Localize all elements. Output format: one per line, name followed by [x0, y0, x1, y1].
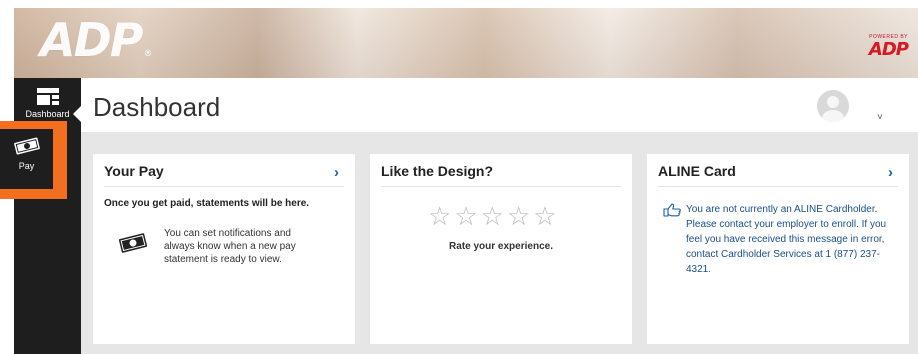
- money-icon: [13, 137, 40, 155]
- aline-card: ALINE Card › You are not currently an AL…: [647, 154, 909, 344]
- adp-logo: ADP ®: [40, 13, 153, 67]
- pay-status-message: Once you get paid, statements will be he…: [104, 198, 310, 209]
- sidebar-item-label: Dashboard: [25, 109, 70, 119]
- card-title: Like the Design?: [381, 163, 494, 179]
- design-feedback-card: Like the Design? ☆ ☆ ☆ ☆ ☆ Rate your experie…: [370, 154, 632, 344]
- aline-status-message: You are not currently an ALINE Cardholde…: [686, 204, 887, 275]
- star-icon[interactable]: ☆: [454, 201, 477, 231]
- sidebar-item-pay-highlight: Pay: [0, 121, 67, 199]
- chevron-right-icon[interactable]: ›: [888, 164, 893, 181]
- star-icon[interactable]: ☆: [428, 201, 451, 231]
- dashboard-icon: [36, 88, 59, 105]
- star-icon[interactable]: ☆: [481, 201, 504, 231]
- star-icon[interactable]: ☆: [533, 201, 556, 231]
- your-pay-card: Your Pay › Once you get paid, statements…: [93, 154, 355, 344]
- sidebar-item-pay[interactable]: Pay: [0, 129, 53, 189]
- app-window: ADP ® POWERED BY ADP Dashboard Dashboard …: [14, 8, 918, 354]
- divider: [658, 186, 898, 187]
- notification-tip: You can set notifications and always kno…: [164, 228, 296, 265]
- sidebar-item-label: Pay: [18, 161, 35, 171]
- chevron-right-icon[interactable]: ›: [334, 164, 339, 181]
- side-navigation: Dashboard: [14, 78, 81, 354]
- page-header: Dashboard ˅: [81, 78, 918, 132]
- user-avatar-icon[interactable]: [817, 90, 849, 122]
- rating-prompt: Rate your experience.: [449, 241, 553, 252]
- divider: [104, 186, 344, 187]
- star-rating: ☆ ☆ ☆ ☆ ☆: [428, 201, 560, 232]
- card-title: Your Pay: [104, 163, 164, 179]
- page-title: Dashboard: [93, 92, 221, 122]
- money-icon: [118, 233, 148, 253]
- active-indicator: [73, 106, 81, 122]
- divider: [381, 186, 621, 187]
- powered-by-adp-logo: POWERED BY ADP: [868, 34, 909, 60]
- star-icon[interactable]: ☆: [507, 201, 530, 231]
- header-banner: ADP ® POWERED BY ADP: [14, 8, 918, 78]
- chevron-down-icon[interactable]: ˅: [877, 112, 883, 123]
- card-title: ALINE Card: [658, 163, 736, 179]
- pointing-hand-icon: [663, 203, 681, 217]
